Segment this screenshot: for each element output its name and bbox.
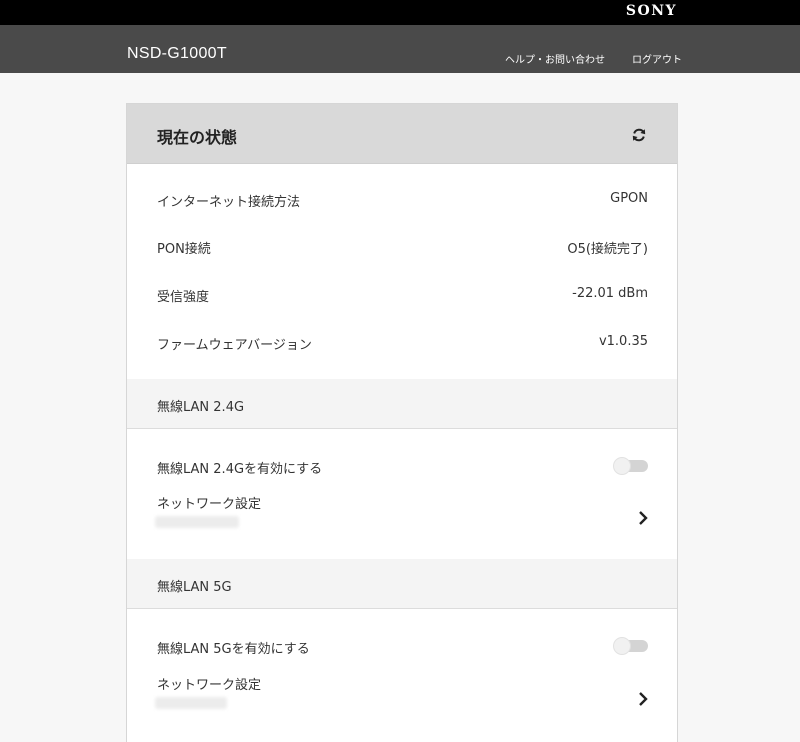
info-label: ファームウェアバージョン xyxy=(157,338,312,353)
help-contact-link[interactable]: ヘルプ・お問い合わせ xyxy=(505,51,605,66)
info-label: PON接続 xyxy=(157,242,211,257)
toggle-label: 無線LAN 5Gを有効にする xyxy=(157,642,310,657)
chevron-right-icon xyxy=(639,511,648,525)
redacted-network-name xyxy=(155,516,239,528)
info-row-signal-strength: 受信強度 -22.01 dBm xyxy=(127,272,677,320)
chevron-right-icon xyxy=(639,692,648,706)
wlan-5g-toggle[interactable] xyxy=(613,637,648,655)
app-header: NSD-G1000T ヘルプ・お問い合わせ ログアウト xyxy=(0,25,800,73)
sony-logo: SONY xyxy=(625,3,677,19)
info-value: -22.01 dBm xyxy=(572,286,648,301)
info-value: GPON xyxy=(610,191,648,206)
info-row-pon-connection: PON接続 O5(接続完了) xyxy=(127,224,677,272)
device-model-name: NSD-G1000T xyxy=(127,45,227,62)
section-title: 無線LAN 5G xyxy=(157,580,232,595)
wlan-24g-toggle[interactable] xyxy=(613,457,648,475)
info-row-firmware-version: ファームウェアバージョン v1.0.35 xyxy=(127,320,677,368)
logout-link[interactable]: ログアウト xyxy=(632,51,682,66)
toggle-knob xyxy=(613,637,631,655)
top-brand-bar: SONY xyxy=(0,0,800,25)
info-label: インターネット接続方法 xyxy=(157,195,301,210)
wlan-24g-network-settings-row[interactable]: ネットワーク設定 xyxy=(127,486,677,548)
page-title: 現在の状態 xyxy=(157,128,238,147)
section-header-wlan-24g: 無線LAN 2.4G xyxy=(127,379,677,429)
info-row-connection-method: インターネット接続方法 GPON xyxy=(127,177,677,225)
status-panel-header: 現在の状態 xyxy=(127,104,677,164)
refresh-icon[interactable] xyxy=(631,127,647,143)
info-value: v1.0.35 xyxy=(598,334,648,349)
section-header-wlan-5g: 無線LAN 5G xyxy=(127,559,677,609)
info-label: 受信強度 xyxy=(157,290,210,305)
toggle-label: 無線LAN 2.4Gを有効にする xyxy=(157,462,323,477)
wlan-24g-enable-row: 無線LAN 2.4Gを有効にする xyxy=(127,446,677,486)
nav-label: ネットワーク設定 xyxy=(157,497,262,512)
toggle-knob xyxy=(613,457,631,475)
info-value: O5(接続完了) xyxy=(567,242,648,257)
wlan-5g-network-settings-row[interactable]: ネットワーク設定 xyxy=(127,667,677,729)
section-title: 無線LAN 2.4G xyxy=(157,400,245,415)
status-panel: 現在の状態 インターネット接続方法 GPON PON接続 O5(接続完了) 受信… xyxy=(126,103,678,742)
nav-label: ネットワーク設定 xyxy=(157,678,262,693)
redacted-network-name xyxy=(155,697,227,709)
wlan-5g-enable-row: 無線LAN 5Gを有効にする xyxy=(127,626,677,666)
